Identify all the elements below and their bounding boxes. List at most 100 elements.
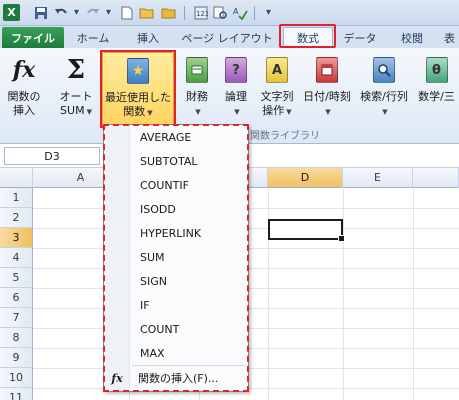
column-header-e[interactable]: E <box>343 168 413 188</box>
menu-item-count[interactable]: COUNT <box>132 317 248 341</box>
chevron-down-icon: ▼ <box>286 108 292 116</box>
logical-book-icon: ? <box>221 55 251 85</box>
row-header-11[interactable]: 11 <box>0 388 33 400</box>
tab-formulas[interactable]: 数式 <box>283 27 333 48</box>
insert-function-label-1: 関数の <box>7 90 41 103</box>
recently-used-label-2: 関数 <box>123 105 146 118</box>
tab-view[interactable]: 表 <box>440 27 459 48</box>
menu-item-isodd[interactable]: ISODD <box>132 197 248 221</box>
grid-line <box>343 188 344 400</box>
column-header-f[interactable] <box>413 168 459 188</box>
tab-review[interactable]: 校閲 <box>392 27 432 48</box>
autosum-label-1: オート <box>59 90 93 103</box>
date-time-label: 日付/時刻 <box>303 90 351 103</box>
open-folder-icon[interactable] <box>138 4 155 21</box>
tab-home[interactable]: ホーム <box>70 27 116 48</box>
ribbon-tab-bar: ファイル ホーム 挿入 ページ レイアウト 数式 データ 校閲 表 <box>0 26 459 48</box>
active-cell-d3[interactable] <box>268 219 345 242</box>
chevron-down-icon: ▼ <box>234 108 240 116</box>
menu-item-max[interactable]: MAX <box>132 341 248 365</box>
row-header-5[interactable]: 5 <box>0 268 33 288</box>
insert-function-button[interactable]: fx 関数の 挿入 <box>2 52 46 130</box>
insert-function-menu-item[interactable]: fx 関数の挿入(F)... <box>104 367 248 389</box>
menu-item-countif[interactable]: COUNTIF <box>132 173 248 197</box>
chevron-down-icon: ▼ <box>195 108 201 116</box>
chevron-down-icon: ▼ <box>325 108 331 116</box>
menu-item-sum[interactable]: SUM <box>132 245 248 269</box>
text-book-icon: A <box>262 55 292 85</box>
fx-icon: fx <box>12 57 36 83</box>
redo-dropdown-icon[interactable]: ▾ <box>100 4 117 21</box>
menu-separator <box>132 365 246 366</box>
logical-button[interactable]: ? 論理 ▼ <box>220 52 252 130</box>
redo-icon[interactable] <box>84 4 101 21</box>
tab-page-layout[interactable]: ページ レイアウト <box>176 27 278 48</box>
chevron-down-icon: ▼ <box>147 109 153 117</box>
lookup-reference-label: 検索/行列 <box>360 90 408 103</box>
row-header-8[interactable]: 8 <box>0 328 33 348</box>
print-preview-icon[interactable] <box>212 4 229 21</box>
tab-data[interactable]: データ <box>338 27 382 48</box>
tab-file[interactable]: ファイル <box>2 27 64 48</box>
svg-text:123: 123 <box>196 10 208 18</box>
text-functions-label-1: 文字列 <box>260 90 294 103</box>
recently-used-button[interactable]: ★ 最近使用した 関数 ▼ <box>102 52 174 130</box>
select-all-corner[interactable] <box>0 168 33 188</box>
svg-text:A: A <box>233 7 239 16</box>
row-header-6[interactable]: 6 <box>0 288 33 308</box>
row-header-2[interactable]: 2 <box>0 208 33 228</box>
text-functions-button[interactable]: A 文字列 操作 ▼ <box>256 52 298 130</box>
name-box[interactable]: D3 <box>4 147 100 165</box>
financial-label: 財務 <box>186 90 208 103</box>
tab-insert[interactable]: 挿入 <box>128 27 168 48</box>
lookup-reference-button[interactable]: 検索/行列 ▼ <box>356 52 412 130</box>
autosum-button[interactable]: Σ オート SUM ▼ <box>54 52 98 130</box>
new-document-icon[interactable] <box>118 4 135 21</box>
row-header-9[interactable]: 9 <box>0 348 33 368</box>
logical-label: 論理 <box>225 90 247 103</box>
menu-icon-gutter <box>104 125 130 391</box>
menu-item-subtotal[interactable]: SUBTOTAL <box>132 149 248 173</box>
spellcheck-icon[interactable]: A <box>232 4 249 21</box>
excel-logo-icon: X <box>3 4 20 21</box>
recently-used-dropdown: AVERAGE SUBTOTAL COUNTIF ISODD HYPERLINK… <box>103 124 249 392</box>
grid-line <box>413 188 414 400</box>
sigma-icon: Σ <box>66 55 86 85</box>
math-book-icon: θ <box>422 55 452 85</box>
column-header-d[interactable]: D <box>268 168 343 188</box>
fx-icon: fx <box>111 371 123 385</box>
function-library-group-label: 関数ライブラリ <box>250 131 320 142</box>
row-header-1[interactable]: 1 <box>0 188 33 208</box>
menu-item-if[interactable]: IF <box>132 293 248 317</box>
chevron-down-icon: ▼ <box>86 108 92 116</box>
undo-dropdown-icon[interactable]: ▾ <box>68 4 85 21</box>
financial-button[interactable]: 財務 ▼ <box>180 52 214 130</box>
row-header-10[interactable]: 10 <box>0 368 33 388</box>
menu-item-hyperlink[interactable]: HYPERLINK <box>132 221 248 245</box>
quick-access-toolbar: X ▾ ▾ 123 A ▾ <box>0 0 459 26</box>
undo-icon[interactable] <box>52 4 69 21</box>
menu-item-average[interactable]: AVERAGE <box>132 125 248 149</box>
folder-icon[interactable] <box>160 4 177 21</box>
financial-book-icon <box>182 55 212 85</box>
star-book-icon: ★ <box>123 56 153 86</box>
date-time-button[interactable]: 日付/時刻 ▼ <box>302 52 352 130</box>
save-icon[interactable] <box>32 4 49 21</box>
calendar-book-icon <box>312 55 342 85</box>
math-trig-button[interactable]: θ 数学/三 <box>414 52 459 130</box>
toolbar-separator <box>254 6 255 20</box>
toolbar-separator <box>184 6 185 20</box>
lookup-book-icon <box>369 55 399 85</box>
chevron-down-icon: ▼ <box>382 108 388 116</box>
row-header-3[interactable]: 3 <box>0 228 33 248</box>
insert-function-menu-label: 関数の挿入(F)... <box>138 372 219 385</box>
text-functions-label-2: 操作 <box>262 104 285 117</box>
insert-function-label-2: 挿入 <box>13 104 35 117</box>
math-trig-label: 数学/三 <box>418 90 455 103</box>
autosum-label-2: SUM <box>60 104 85 117</box>
customize-toolbar-icon[interactable]: ▾ <box>260 4 277 21</box>
row-header-4[interactable]: 4 <box>0 248 33 268</box>
calculator-icon[interactable]: 123 <box>192 4 209 21</box>
menu-item-sign[interactable]: SIGN <box>132 269 248 293</box>
row-header-7[interactable]: 7 <box>0 308 33 328</box>
